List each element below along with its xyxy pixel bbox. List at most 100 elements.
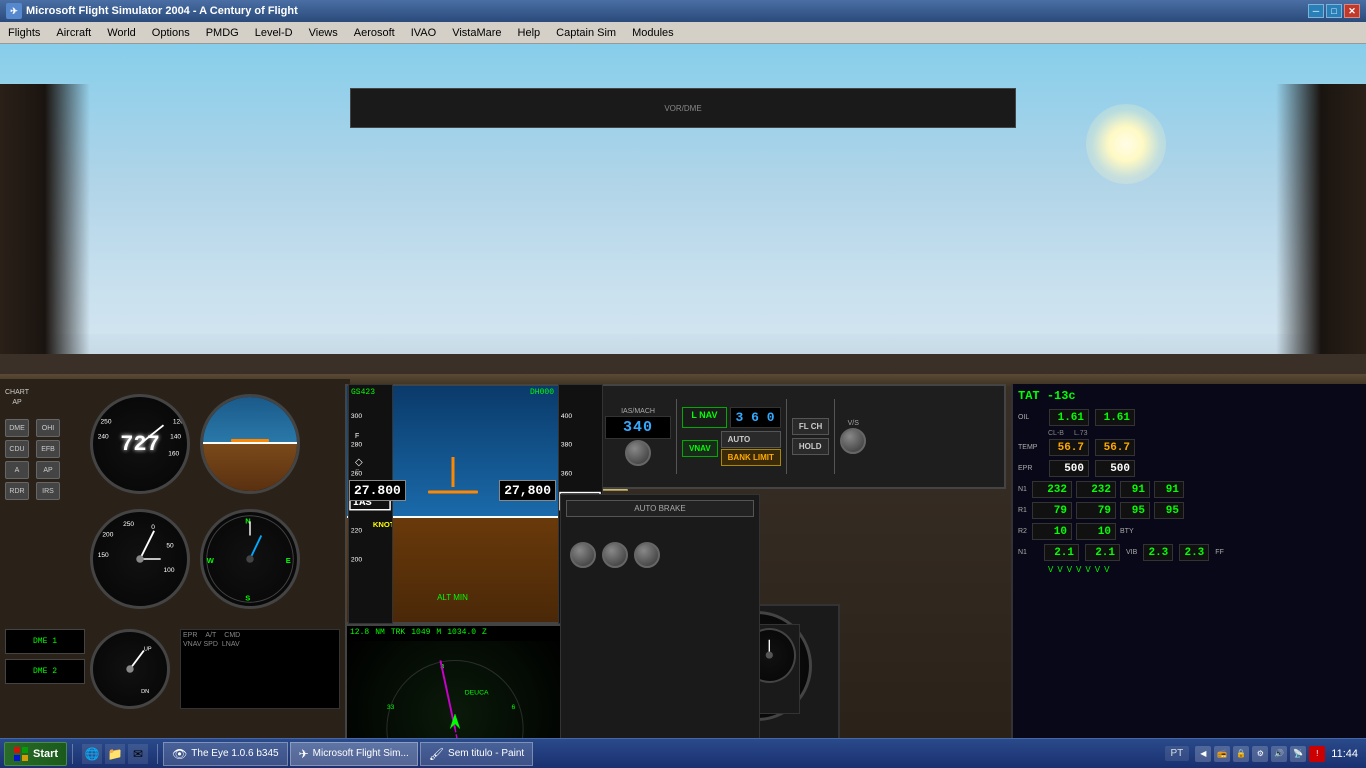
mcp-ias-knob[interactable] [625, 440, 651, 466]
lnav-button[interactable]: L NAV [682, 407, 726, 428]
menu-aerosoft[interactable]: Aerosoft [346, 22, 403, 43]
menu-views[interactable]: Views [301, 22, 346, 43]
tray-icon-3[interactable]: 🔒 [1233, 746, 1249, 762]
irs-button[interactable]: IRS [36, 482, 60, 500]
eicas-oil1-gauge: 1.61 [1049, 409, 1089, 426]
ohi-button[interactable]: OHI [36, 419, 60, 437]
taskbar-paint-label: Sem titulo - Paint [448, 748, 524, 759]
svg-text:400: 400 [561, 413, 572, 420]
btn-a1[interactable]: A [5, 461, 29, 479]
n1-label: N1 [1018, 486, 1028, 493]
taskbar-item-eye[interactable]: 👁 The Eye 1.0.6 b345 [163, 742, 288, 766]
quicklaunch-icon-1[interactable]: 🌐 [82, 744, 102, 764]
lower-knob-3[interactable] [634, 542, 660, 568]
lang-indicator[interactable]: PT [1165, 746, 1190, 761]
eicas-10-1-display: 10 [1032, 523, 1072, 540]
window-title: Microsoft Flight Simulator 2004 - A Cent… [26, 5, 298, 17]
eicas-n1-2-display: 232 [1076, 481, 1116, 498]
menu-leveld[interactable]: Level-D [247, 22, 301, 43]
taskbar-item-fsx[interactable]: ✈ Microsoft Flight Sim... [290, 742, 418, 766]
tray-icon-1[interactable]: ◀ [1195, 746, 1211, 762]
svg-text:33: 33 [387, 704, 395, 711]
bank-limit-button[interactable]: BANK LIMIT [721, 449, 781, 466]
quicklaunch-area: 🌐 📁 ✉ [78, 744, 152, 764]
val79-2: 79 [1098, 505, 1111, 517]
tray-icon-alert[interactable]: ! [1309, 746, 1325, 762]
lower-knob-2[interactable] [602, 542, 628, 568]
lnav-status: LNAV [222, 641, 240, 648]
n1-n2-1-value: 2.1 [1054, 547, 1074, 559]
oil-label: OIL [1018, 414, 1043, 421]
menu-options[interactable]: Options [144, 22, 198, 43]
pfd-fd-horizontal [428, 491, 478, 494]
efb-button[interactable]: EFB [36, 440, 60, 458]
close-button[interactable]: ✕ [1344, 4, 1360, 18]
menu-modules[interactable]: Modules [624, 22, 682, 43]
v-sym-7: V [1104, 565, 1109, 574]
taskbar-item-paint[interactable]: 🖌 Sem titulo - Paint [420, 742, 533, 766]
n1-n2-2-display: 2.1 [1085, 544, 1120, 561]
val95-1: 95 [1132, 505, 1145, 517]
vib-label: VIB [1126, 549, 1137, 556]
menu-flights[interactable]: Flights [0, 22, 48, 43]
svg-text:250: 250 [123, 521, 134, 528]
rdr-button[interactable]: RDR [5, 482, 29, 500]
svg-text:DEUCA: DEUCA [465, 690, 489, 697]
minimize-button[interactable]: ─ [1308, 4, 1324, 18]
svg-text:280: 280 [351, 442, 362, 449]
menu-ivao[interactable]: IVAO [403, 22, 444, 43]
tray-icon-5[interactable]: 🔊 [1271, 746, 1287, 762]
tat-display: TAT -13c [1018, 389, 1076, 403]
oil2-value: 1.61 [1104, 412, 1130, 424]
nd-unit: NM [375, 628, 385, 637]
eicas-95-2-display: 95 [1154, 502, 1184, 519]
vib2-value: 2.3 [1184, 547, 1204, 559]
svg-text:W: W [207, 556, 215, 565]
auto-button-vnav[interactable]: AUTO [721, 431, 781, 448]
vnav-button[interactable]: VNAV [682, 440, 718, 457]
menu-bar: Flights Aircraft World Options PMDG Leve… [0, 22, 1366, 44]
quicklaunch-icon-3[interactable]: ✉ [128, 744, 148, 764]
pfd-f-label: F [355, 433, 359, 440]
start-button[interactable]: Start [4, 742, 67, 766]
dme-button[interactable]: DME [5, 419, 29, 437]
menu-aircraft[interactable]: Aircraft [48, 22, 99, 43]
flch-button[interactable]: FL CH [792, 418, 829, 435]
menu-pmdg[interactable]: PMDG [198, 22, 247, 43]
svg-text:120: 120 [173, 418, 184, 425]
svg-text:300: 300 [351, 413, 362, 420]
pfd-alt-min-label: ALT MIN [437, 593, 468, 602]
speed-tape: 300 280 260 240 220 200 IAS KNOTS [348, 384, 393, 624]
simulator-viewport[interactable]: VOR/DME UR-VVF BF-CG IAS/MACH 173.60 HDG… [0, 44, 1366, 746]
chart-label: CHART [5, 389, 29, 396]
temp1-value: 56.7 [1058, 442, 1084, 454]
mcp-vs-knob[interactable] [840, 428, 866, 454]
nd-header: 12.8 NM TRK 1049 M 1034.0 Z [350, 628, 487, 637]
bty-label: BTY [1120, 528, 1134, 535]
tray-icon-4[interactable]: ⚙ [1252, 746, 1268, 762]
svg-text:160: 160 [168, 450, 179, 457]
menu-world[interactable]: World [99, 22, 144, 43]
svg-text:240: 240 [98, 433, 109, 440]
hold-button[interactable]: HOLD [792, 438, 829, 455]
maximize-button[interactable]: □ [1326, 4, 1342, 18]
svg-text:DN: DN [141, 689, 149, 695]
cdu-button[interactable]: CDU [5, 440, 29, 458]
pfd-fd-vertical [451, 457, 454, 487]
menu-vistamare[interactable]: VistaMare [444, 22, 509, 43]
right-cockpit-wall [1276, 84, 1366, 364]
r2-label: R2 [1018, 528, 1028, 535]
tray-icon-2[interactable]: 📻 [1214, 746, 1230, 762]
lower-knob-1[interactable] [570, 542, 596, 568]
ehsi-digital-display: EPR A/T CMD VNAV SPD LNAV [180, 629, 340, 709]
mcp-ias-section: IAS/MACH 340 [605, 408, 671, 466]
eicas-clb-label: CL-B [1048, 430, 1064, 437]
pfd-alt-box: 27,800 [499, 480, 556, 501]
svg-text:50: 50 [166, 543, 174, 550]
menu-help[interactable]: Help [510, 22, 549, 43]
menu-captainsim[interactable]: Captain Sim [548, 22, 624, 43]
tray-icon-6[interactable]: 📡 [1290, 746, 1306, 762]
quicklaunch-icon-2[interactable]: 📁 [105, 744, 125, 764]
ap-toggle-button[interactable]: AP [36, 461, 60, 479]
v-sym-1: V [1048, 565, 1053, 574]
